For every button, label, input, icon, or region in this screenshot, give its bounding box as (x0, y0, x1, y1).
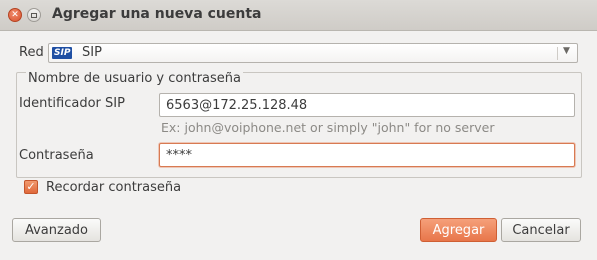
network-combo[interactable]: SIP SIP ▼ (48, 43, 578, 63)
window-title: Agregar una nueva cuenta (52, 6, 262, 22)
remember-checkbox[interactable]: ✓ (24, 180, 38, 194)
add-button[interactable]: Agregar (420, 218, 497, 242)
chevron-down-icon[interactable]: ▼ (563, 46, 570, 56)
remember-label: Recordar contraseña (46, 180, 182, 195)
combo-separator (557, 47, 558, 60)
credentials-group-label: Nombre de usuario y contraseña (26, 71, 243, 86)
network-label: Red (19, 45, 44, 60)
close-icon[interactable]: ✕ (8, 8, 22, 22)
title-bar: ✕ Agregar una nueva cuenta (0, 0, 597, 31)
sip-id-hint: Ex: john@voiphone.net or simply "john" f… (161, 120, 495, 135)
maximize-icon[interactable] (27, 8, 41, 22)
network-selected: SIP (82, 45, 102, 60)
cancel-button[interactable]: Cancelar (501, 218, 581, 242)
sip-id-label: Identificador SIP (19, 96, 125, 111)
password-field[interactable]: **** (159, 143, 575, 167)
sip-id-input[interactable]: 6563@172.25.128.48 (159, 93, 575, 117)
sip-icon: SIP (52, 47, 73, 59)
password-label: Contraseña (19, 148, 94, 163)
advanced-button[interactable]: Avanzado (12, 218, 101, 242)
